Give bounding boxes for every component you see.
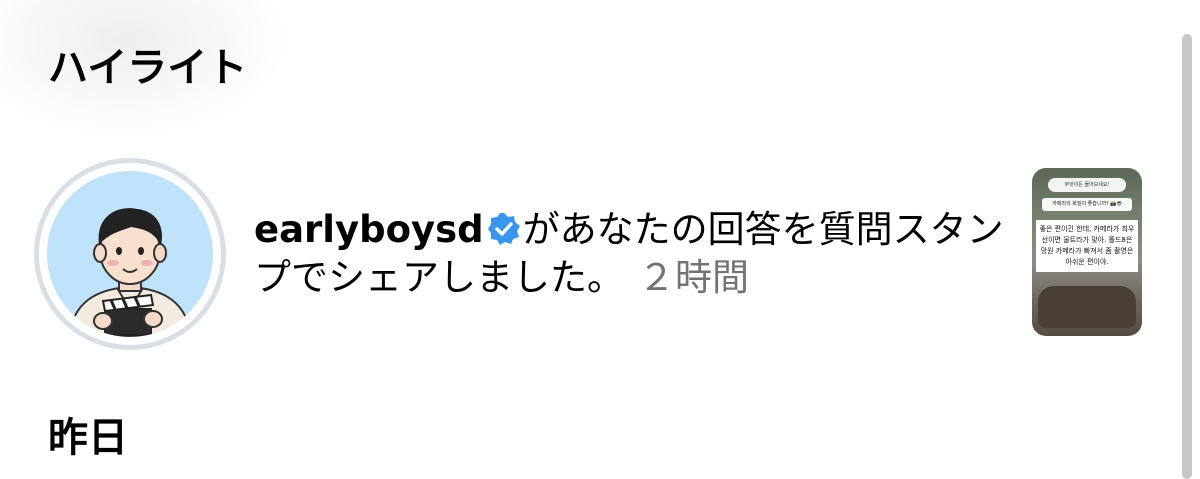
scrollbar[interactable] xyxy=(1182,34,1192,479)
verified-badge-icon xyxy=(487,210,521,245)
activity-page: ハイライト earlyboysd があなたの回答を質問スタンプでシェアしました。… xyxy=(0,0,1200,479)
thumbnail-answer: 좋은 편이긴 한데, 카메라가 최우선이면 울트라가 맞아. 폴드8은 망원 카… xyxy=(1036,220,1138,272)
section-title-highlights: ハイライト xyxy=(48,45,248,91)
cartoon-man-icon xyxy=(47,171,213,337)
story-thumbnail[interactable]: 무엇이든 물어보세요! 카메라의 화질이 좋습니까? 📸😎 좋은 편이긴 한데,… xyxy=(1032,168,1142,336)
avatar[interactable] xyxy=(47,171,213,337)
notification-row[interactable]: earlyboysd があなたの回答を質問スタンプでシェアしました。 ２時間 무엇이… xyxy=(0,150,1180,360)
thumbnail-sticker-label: 무엇이든 물어보세요! xyxy=(1048,178,1126,192)
notification-text[interactable]: earlyboysd があなたの回答を質問スタンプでシェアしました。 ２時間 xyxy=(254,206,1014,302)
avatar-ring[interactable] xyxy=(34,158,226,350)
timestamp: ２時間 xyxy=(638,256,749,299)
username-link[interactable]: earlyboysd xyxy=(254,208,484,251)
thumbnail-question: 카메라의 화질이 좋습니까? 📸😎 xyxy=(1042,198,1132,211)
section-title-yesterday: 昨日 xyxy=(48,415,128,461)
thumbnail-photo-detail xyxy=(1038,286,1136,328)
